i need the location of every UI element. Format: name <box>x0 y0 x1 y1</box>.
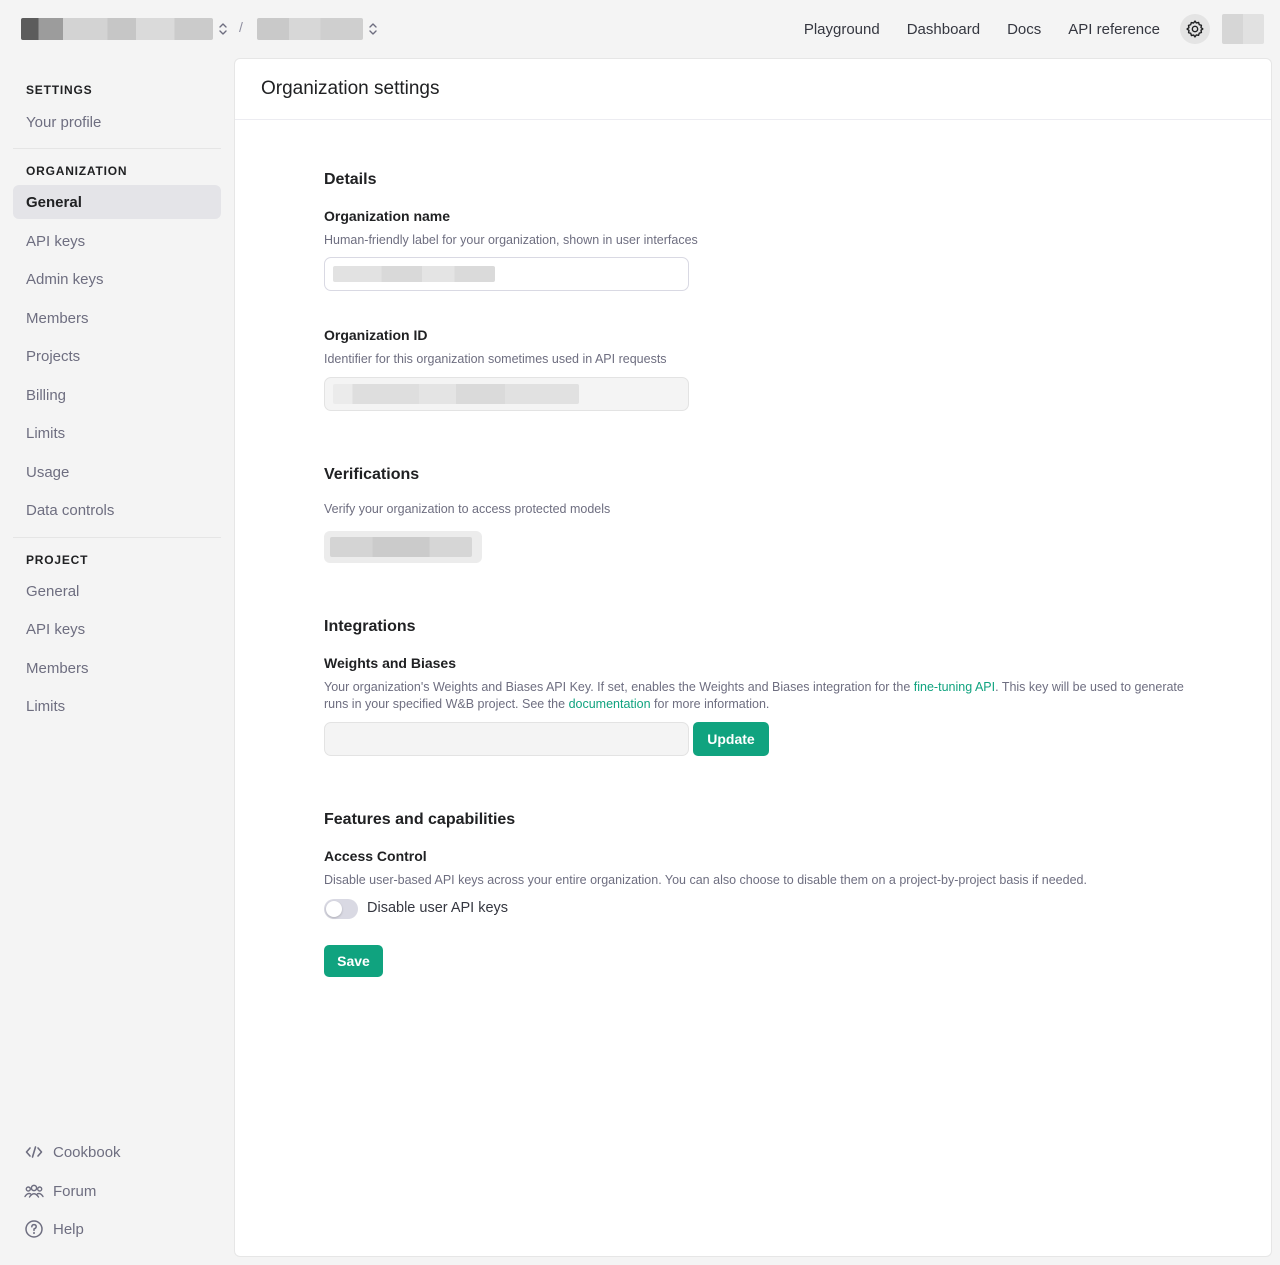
gear-icon <box>1186 20 1204 38</box>
sidebar-item-data-controls[interactable]: Data controls <box>13 493 221 527</box>
save-button[interactable]: Save <box>324 945 383 977</box>
disable-user-api-keys-toggle[interactable] <box>324 899 358 919</box>
section-title-features: Features and capabilities <box>324 811 516 828</box>
sidebar-item-usage[interactable]: Usage <box>13 455 221 489</box>
help-circle-icon <box>25 1220 43 1238</box>
main-panel: Organization settings Details Organizati… <box>234 58 1272 1257</box>
section-title-verifications: Verifications <box>324 466 420 483</box>
sidebar-item-project-api-keys[interactable]: API keys <box>13 612 221 646</box>
update-button[interactable]: Update <box>693 722 769 756</box>
users-icon <box>24 1184 44 1198</box>
access-control-help: Disable user-based API keys across your … <box>324 873 1087 887</box>
help-label: Help <box>53 1220 84 1238</box>
nav-docs[interactable]: Docs <box>1007 21 1041 38</box>
user-avatar[interactable] <box>1222 14 1264 44</box>
sidebar-item-org-limits[interactable]: Limits <box>13 416 221 450</box>
sidebar-item-project-members[interactable]: Members <box>13 651 221 685</box>
section-title-integrations: Integrations <box>324 618 416 635</box>
sidebar-item-project-limits[interactable]: Limits <box>13 689 221 723</box>
project-name-redacted <box>257 18 363 40</box>
sidebar-item-org-api-keys[interactable]: API keys <box>13 224 221 258</box>
sidebar-link-forum[interactable]: Forum <box>13 1174 221 1208</box>
access-control-label: Access Control <box>324 848 427 864</box>
sidebar-heading-project: PROJECT <box>26 553 89 567</box>
top-bar: / Playground Dashboard Docs API referenc… <box>0 0 1280 58</box>
wandb-help: Your organization's Weights and Biases A… <box>324 679 1184 713</box>
forum-label: Forum <box>53 1182 97 1200</box>
sidebar-item-project-general[interactable]: General <box>13 574 221 608</box>
sidebar-item-projects[interactable]: Projects <box>13 339 221 373</box>
sidebar-link-help[interactable]: Help <box>13 1212 221 1246</box>
top-navigation: Playground Dashboard Docs API reference <box>804 14 1280 44</box>
section-title-details: Details <box>324 171 377 188</box>
page-title: Organization settings <box>261 78 440 99</box>
sidebar-heading-organization: ORGANIZATION <box>26 164 128 178</box>
disable-user-api-keys-label: Disable user API keys <box>367 900 509 916</box>
fine-tuning-api-link[interactable]: fine-tuning API <box>914 680 995 694</box>
sidebar-item-org-members[interactable]: Members <box>13 301 221 335</box>
organization-name-input[interactable] <box>324 257 689 291</box>
project-switcher[interactable] <box>257 14 378 44</box>
sidebar-item-billing[interactable]: Billing <box>13 378 221 412</box>
wandb-label: Weights and Biases <box>324 655 457 671</box>
settings-content: Details Organization name Human-friendly… <box>324 59 1194 977</box>
sidebar-divider <box>13 148 221 149</box>
verification-status-redacted <box>330 537 472 557</box>
code-icon <box>25 1146 43 1158</box>
organization-name-label: Organization name <box>324 208 451 224</box>
verification-status-button[interactable] <box>324 531 482 563</box>
sidebar-divider <box>13 537 221 538</box>
cookbook-label: Cookbook <box>53 1143 121 1161</box>
wandb-help-text: Your organization's Weights and Biases A… <box>324 680 914 694</box>
nav-api-reference[interactable]: API reference <box>1068 21 1160 38</box>
settings-button[interactable] <box>1180 14 1210 44</box>
breadcrumb-separator: / <box>239 19 243 35</box>
sidebar-item-your-profile[interactable]: Your profile <box>13 105 221 139</box>
organization-switcher[interactable] <box>21 14 228 44</box>
chevron-up-down-icon <box>369 23 377 35</box>
organization-id-help: Identifier for this organization sometim… <box>324 352 667 366</box>
wandb-help-text: for more information. <box>650 697 770 711</box>
organization-name-redacted <box>21 18 213 40</box>
chevron-up-down-icon <box>219 23 227 35</box>
nav-dashboard[interactable]: Dashboard <box>907 21 980 38</box>
sidebar-heading-settings: SETTINGS <box>26 83 93 97</box>
nav-playground[interactable]: Playground <box>804 21 880 38</box>
organization-name-help: Human-friendly label for your organizati… <box>324 233 698 247</box>
organization-id-value-redacted <box>333 384 579 404</box>
verifications-help: Verify your organization to access prote… <box>324 502 611 516</box>
organization-name-value-redacted <box>333 266 495 282</box>
organization-id-input[interactable] <box>324 377 689 411</box>
documentation-link[interactable]: documentation <box>569 697 651 711</box>
sidebar-link-cookbook[interactable]: Cookbook <box>13 1135 221 1169</box>
sidebar-item-admin-keys[interactable]: Admin keys <box>13 262 221 296</box>
sidebar: SETTINGS Your profile ORGANIZATION Gener… <box>0 58 234 1265</box>
organization-id-label: Organization ID <box>324 327 428 343</box>
sidebar-item-org-general[interactable]: General <box>13 185 221 219</box>
wandb-api-key-input[interactable] <box>324 722 689 756</box>
